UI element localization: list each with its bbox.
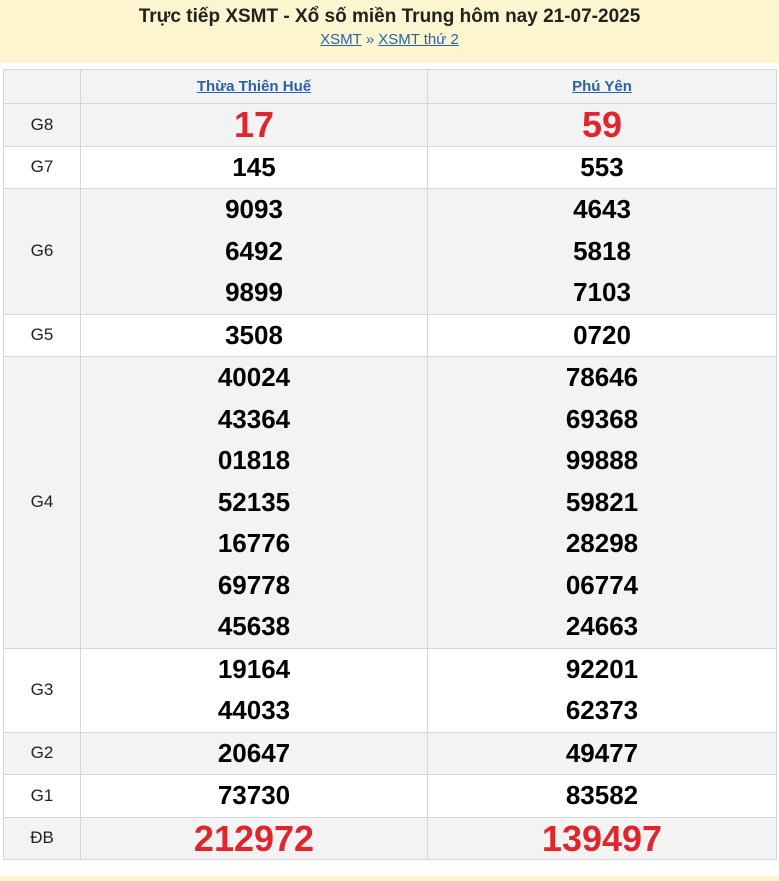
prize-cell: 92201 62373 (427, 647, 777, 733)
prize-cell: 78646 69368 99888 59821 28298 06774 24663 (427, 356, 777, 649)
breadcrumb-separator: » (365, 31, 375, 48)
province-link[interactable]: Phú Yên (572, 78, 632, 95)
table-row: G5 3508 0720 (3, 313, 777, 357)
prize-number: 62373 (565, 695, 639, 725)
prize-number: 6492 (225, 235, 283, 266)
table-row: G7 145 553 (3, 145, 777, 189)
prize-number: 44033 (217, 695, 291, 725)
table-row: ĐB 212972 139497 (3, 816, 777, 860)
breadcrumb: XSMT» XSMT thứ 2 (0, 29, 779, 51)
prize-number: 01818 (217, 445, 291, 475)
footer-strip (0, 876, 779, 881)
prize-cell: 73730 (80, 774, 428, 818)
prize-label: G6 (3, 188, 81, 315)
prize-number: 7103 (573, 277, 631, 307)
prize-number: 40024 (217, 362, 291, 392)
breadcrumb-link-xsmt-thu-2[interactable]: XSMT thứ 2 (378, 31, 459, 48)
prize-cell: 17 (80, 103, 428, 147)
prize-number: 78646 (565, 362, 639, 392)
prize-cell: 49477 (427, 731, 777, 775)
prize-cell: 59 (427, 103, 777, 147)
prize-cell: 20647 (80, 731, 428, 775)
prize-number: 92201 (565, 653, 639, 684)
prize-cell: 19164 44033 (80, 647, 428, 733)
page-header: Trực tiếp XSMT - Xổ số miền Trung hôm na… (0, 0, 779, 63)
table-header-row: Thừa Thiên Huế Phú Yên (3, 69, 777, 104)
header-blank-cell (3, 69, 81, 104)
prize-number: 9093 (225, 194, 283, 224)
prize-number: 17 (233, 104, 275, 145)
prize-number: 43364 (217, 403, 291, 434)
prize-number: 9899 (225, 277, 283, 307)
prize-number: 99888 (565, 445, 639, 475)
prize-number: 59 (581, 104, 623, 145)
prize-number: 73730 (217, 780, 291, 810)
prize-number: 553 (580, 151, 624, 182)
prize-number: 139497 (541, 817, 663, 859)
prize-number: 20647 (217, 737, 291, 768)
table-row: G2 20647 49477 (3, 731, 777, 775)
table-row: G3 19164 44033 92201 62373 (3, 647, 777, 733)
prize-label: G2 (3, 731, 81, 775)
prize-number: 5818 (573, 235, 631, 266)
prize-cell: 145 (80, 145, 428, 189)
prize-label: G1 (3, 774, 81, 818)
prize-label: G7 (3, 145, 81, 189)
prize-label: ĐB (3, 816, 81, 860)
prize-cell: 139497 (427, 816, 777, 860)
prize-cell: 9093 6492 9899 (80, 188, 428, 315)
table-row: G8 17 59 (3, 103, 777, 147)
table-row: G4 40024 43364 01818 52135 16776 69778 45638 786… (3, 356, 777, 649)
prize-label: G4 (3, 356, 81, 649)
prize-number: 69778 (217, 569, 291, 600)
province-header: Thừa Thiên Huế (80, 69, 428, 104)
prize-number: 49477 (565, 737, 639, 768)
prize-label: G8 (3, 103, 81, 147)
prize-number: 19164 (217, 653, 291, 684)
prize-number: 24663 (565, 611, 639, 641)
results-table: Thừa Thiên Huế Phú Yên G8 17 59 G7 145 553 G6 9… (3, 69, 777, 860)
table-row: G1 73730 83582 (3, 774, 777, 818)
prize-number: 4643 (573, 194, 631, 224)
prize-number: 212972 (193, 817, 315, 859)
prize-cell: 4643 5818 7103 (427, 188, 777, 315)
province-header: Phú Yên (427, 69, 777, 104)
prize-number: 69368 (565, 403, 639, 434)
province-link[interactable]: Thừa Thiên Huế (197, 78, 311, 95)
prize-label: G3 (3, 647, 81, 733)
prize-number: 83582 (565, 780, 639, 810)
prize-number: 45638 (217, 611, 291, 641)
prize-number: 59821 (565, 486, 639, 517)
breadcrumb-link-xsmt[interactable]: XSMT (320, 31, 362, 48)
prize-number: 16776 (217, 528, 291, 558)
prize-cell: 212972 (80, 816, 428, 860)
table-row: G6 9093 6492 9899 4643 5818 7103 (3, 188, 777, 315)
prize-cell: 553 (427, 145, 777, 189)
prize-number: 0720 (573, 319, 631, 350)
page-title: Trực tiếp XSMT - Xổ số miền Trung hôm na… (138, 6, 641, 27)
prize-cell: 83582 (427, 774, 777, 818)
prize-label: G5 (3, 313, 81, 357)
prize-number: 06774 (565, 569, 639, 600)
prize-cell: 3508 (80, 313, 428, 357)
prize-cell: 40024 43364 01818 52135 16776 69778 45638 (80, 356, 428, 649)
prize-number: 145 (232, 151, 276, 182)
prize-number: 52135 (217, 486, 291, 517)
prize-number: 3508 (225, 319, 283, 350)
prize-cell: 0720 (427, 313, 777, 357)
prize-number: 28298 (565, 528, 639, 558)
